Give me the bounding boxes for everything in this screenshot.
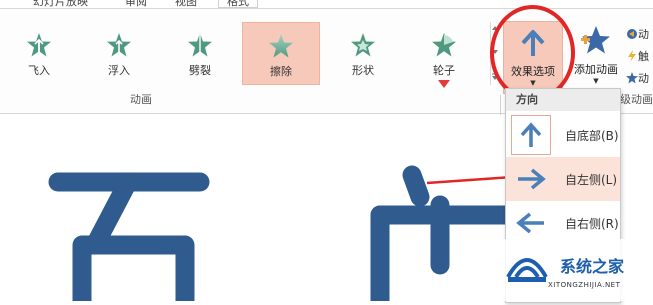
star-shape-icon [351, 33, 375, 57]
animation-group-label: 动画 [130, 93, 152, 106]
star-wheel-icon [432, 33, 456, 57]
side-item-label: 动 [638, 72, 649, 85]
watermark-title: 系统之家 [560, 257, 625, 276]
tab-slideshow[interactable]: 幻灯片放映 [33, 0, 88, 8]
animation-fly-in[interactable]: 飞入 [0, 22, 78, 85]
animation-wheel[interactable]: 轮子 [405, 22, 483, 88]
animation-label: 形状 [352, 64, 374, 77]
star-split-icon [188, 33, 212, 57]
tab-review[interactable]: 审阅 [125, 0, 147, 8]
watermark-logo-icon [506, 258, 548, 282]
side-item-label: 动 [638, 28, 649, 41]
add-animation-label: 添加动画 [574, 63, 618, 76]
animation-label: 浮入 [108, 64, 130, 77]
annotation-circle [490, 5, 575, 101]
side-item-label: 触 [638, 50, 649, 63]
animation-float-in[interactable]: 浮入 [80, 22, 158, 85]
direction-from-bottom[interactable]: 自底部(B) [506, 113, 620, 157]
tab-view[interactable]: 视图 [175, 0, 197, 8]
animation-pane-button[interactable]: 动 [626, 23, 653, 45]
trigger-button[interactable]: 触 [626, 45, 653, 67]
animation-label: 飞入 [28, 64, 50, 77]
star-wipe-icon [269, 34, 293, 58]
trigger-lightning-icon [628, 50, 636, 62]
animation-painter-button[interactable]: 动 [626, 67, 653, 89]
direction-from-left[interactable]: 自左侧(L) [506, 157, 620, 201]
animation-split[interactable]: 劈裂 [161, 22, 239, 85]
animation-label: 轮子 [433, 64, 455, 77]
direction-label: 自右侧(R) [565, 216, 619, 231]
arrow-up-icon [511, 115, 551, 155]
animation-painter-icon [626, 72, 638, 84]
direction-label: 自底部(B) [565, 128, 619, 143]
slide-text-graphic [48, 165, 530, 305]
dropdown-header: 方向 [506, 89, 620, 111]
advanced-animation-group-label: 级动画 [620, 93, 653, 106]
animation-label: 擦除 [270, 65, 292, 78]
site-watermark: 系统之家 XITONGZHIJIA.NET [498, 239, 653, 301]
animation-shape[interactable]: 形状 [324, 22, 402, 85]
direction-label: 自左侧(L) [565, 172, 618, 187]
animation-pane-icon [627, 29, 637, 39]
add-animation-caret-icon: ▼ [593, 77, 599, 85]
ribbon-tabs: 幻灯片放映 审阅 视图 格式 [0, 0, 653, 9]
group-divider [500, 95, 501, 115]
add-animation-star-icon [581, 26, 610, 54]
more-caret-icon[interactable] [438, 80, 450, 88]
arrow-left-icon [511, 203, 551, 243]
star-fly-in-icon [27, 33, 51, 57]
arrow-right-icon [511, 159, 551, 199]
animation-label: 劈裂 [189, 64, 211, 77]
slide-text: 百度 [0, 115, 1, 116]
star-float-in-icon [107, 33, 131, 57]
watermark-subtitle: XITONGZHIJIA.NET [548, 281, 621, 289]
tab-format[interactable]: 格式 [218, 0, 258, 8]
add-animation-button[interactable]: 添加动画 ▼ [566, 21, 626, 94]
advanced-animation-column: 动 触 动 [626, 23, 653, 89]
animation-wipe[interactable]: 擦除 [242, 22, 320, 85]
